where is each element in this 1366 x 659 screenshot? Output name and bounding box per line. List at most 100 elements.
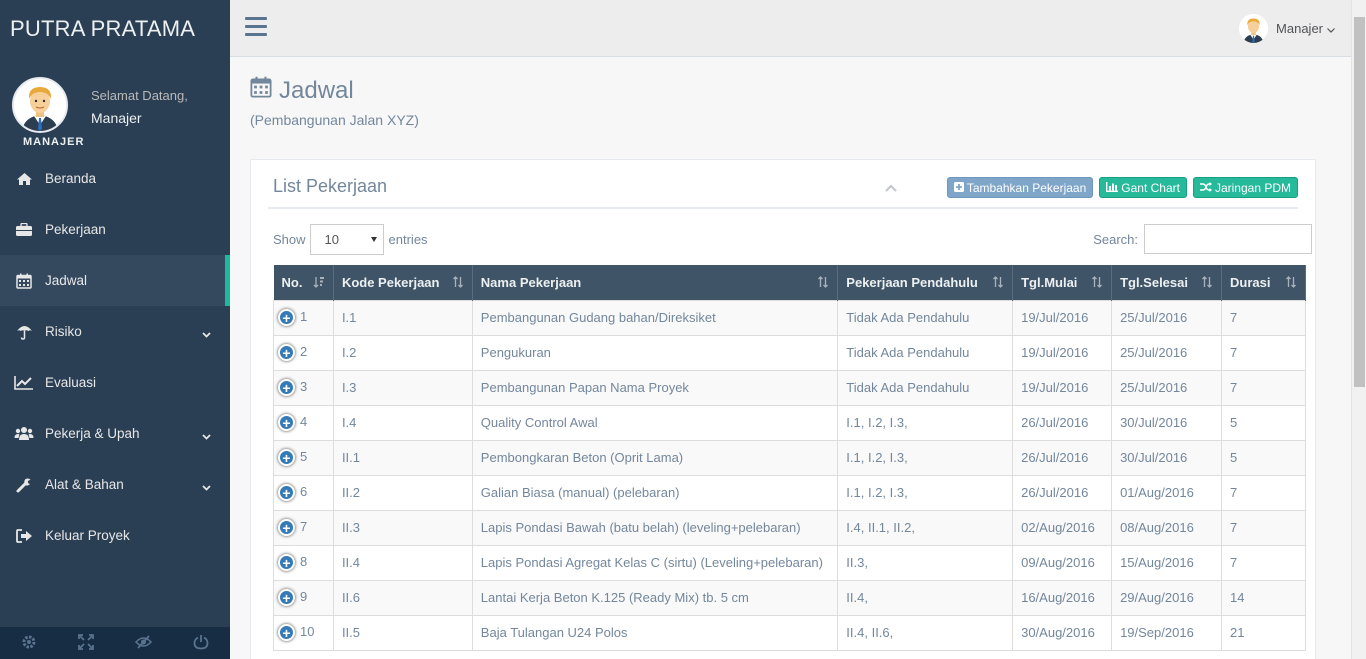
sidebar-item-evaluasi[interactable]: Evaluasi [0, 357, 230, 408]
table-cell: Pembangunan Gudang bahan/Direksiket [471, 299, 839, 336]
column-header-no[interactable]: No. [273, 265, 334, 300]
expand-row-icon[interactable]: + [278, 309, 295, 327]
column-header-durasi[interactable]: Durasi [1221, 265, 1306, 300]
sort-icon [1091, 276, 1103, 291]
avatar [12, 77, 68, 133]
table-row[interactable]: +3 I.3 Pembangunan Papan Nama Proyek Tidak … [273, 369, 1306, 406]
table-row[interactable]: +7 II.3 Lapis Pondasi Bawah (batu belah) (… [273, 509, 1306, 546]
caret-down-icon [370, 237, 377, 242]
fullscreen-icon [78, 633, 95, 653]
column-header-kode[interactable]: Kode Pekerjaan [333, 265, 473, 300]
sidebar-item-jadwal[interactable]: Jadwal [0, 255, 230, 306]
table-row[interactable]: +4 I.4 Quality Control Awal I.1, I.2, I.3, 2… [273, 404, 1306, 441]
table-row[interactable]: +6 II.2 Galian Biasa (manual) (pelebaran) I… [273, 474, 1306, 511]
table-cell: II.3 [332, 509, 473, 546]
plus-square-icon [953, 181, 967, 195]
sidebar-item-beranda[interactable]: Beranda [0, 153, 230, 204]
sidebar-item-keluar-proyek[interactable]: Keluar Proyek [0, 510, 230, 561]
table-cell: Galian Biasa (manual) (pelebaran) [471, 474, 839, 511]
expand-row-icon[interactable]: + [278, 344, 295, 362]
table-cell: I.3 [332, 369, 473, 406]
profile: Selamat Datang, Manajer MANAJER [0, 57, 230, 153]
pdm-network-button[interactable]: Jaringan PDM [1192, 177, 1298, 198]
search-input[interactable] [1144, 224, 1312, 254]
gant-chart-button[interactable]: Gant Chart [1099, 177, 1187, 198]
sidebar-item-risiko[interactable]: Risiko [0, 306, 230, 357]
chevron-down-icon [202, 326, 211, 338]
expand-row-icon[interactable]: + [278, 624, 295, 642]
page-title-text: Jadwal [279, 76, 354, 104]
panel-title: List Pekerjaan [273, 176, 388, 196]
menu-toggle-icon[interactable] [245, 17, 267, 39]
lock-button[interactable] [115, 627, 173, 659]
line-chart-icon [14, 374, 34, 392]
settings-button[interactable] [0, 627, 58, 659]
sidebar-item-label: Evaluasi [45, 375, 97, 390]
expand-row-icon[interactable]: + [278, 589, 295, 607]
table-row[interactable]: +1 I.1 Pembangunan Gudang bahan/Direksiket… [273, 299, 1306, 336]
table-row[interactable]: +2 I.2 Pengukuran Tidak Ada Pendahulu 19/Jul… [273, 334, 1306, 371]
table-cell: Tidak Ada Pendahulu [837, 369, 1014, 406]
table-cell: 19/Jul/2016 [1012, 299, 1113, 336]
search-control: Search: [1093, 224, 1315, 254]
chevron-down-icon [202, 428, 211, 440]
row-number-cell: +4 [273, 404, 334, 441]
scrollbar-thumb[interactable] [1354, 17, 1365, 387]
pdm-network-label: Jaringan PDM [1214, 180, 1291, 195]
table-row[interactable]: +9 II.6 Lantai Kerja Beton K.125 (Ready Mi… [273, 579, 1306, 616]
page-scrollbar[interactable] [1351, 0, 1366, 659]
row-number: 5 [300, 448, 308, 464]
logout-button[interactable] [173, 627, 231, 659]
sidebar-item-pekerjaan[interactable]: Pekerjaan [0, 204, 230, 255]
column-header-nama[interactable]: Nama Pekerjaan [472, 265, 839, 300]
table-cell: II.4 [332, 544, 473, 581]
column-header-mulai[interactable]: Tgl.Mulai [1012, 265, 1113, 300]
table-cell: 7 [1221, 299, 1306, 336]
table-row[interactable]: +8 II.4 Lapis Pondasi Agregat Kelas C (sir… [273, 544, 1306, 581]
page-title: Jadwal [250, 76, 354, 105]
table-cell: I.1 [332, 299, 473, 336]
row-number-cell: +8 [273, 544, 334, 581]
table-cell: 25/Jul/2016 [1111, 299, 1223, 336]
row-number-cell: +9 [273, 579, 334, 616]
expand-row-icon[interactable]: + [278, 379, 295, 397]
table-cell: 16/Aug/2016 [1012, 579, 1113, 616]
user-menu[interactable]: Manajer [1239, 14, 1335, 43]
entries-select[interactable]: 10 [309, 224, 384, 255]
sidebar-menu: Beranda Pekerjaan Jadwal Risiko Evaluasi… [0, 153, 230, 561]
row-number-cell: +2 [273, 334, 334, 371]
column-header-selesai[interactable]: Tgl.Selesai [1111, 265, 1223, 300]
sort-asc-icon [313, 276, 325, 291]
table-cell: Lantai Kerja Beton K.125 (Ready Mix) tb.… [471, 579, 839, 616]
expand-row-icon[interactable]: + [278, 484, 295, 502]
table-header-row: No. Kode Pekerjaan Nama Pekerjaan Pekerj… [273, 265, 1306, 300]
table-cell: 30/Aug/2016 [1012, 614, 1113, 651]
row-number: 8 [300, 553, 308, 569]
table-cell: 7 [1221, 334, 1306, 371]
table-cell: 30/Jul/2016 [1111, 439, 1223, 476]
expand-row-icon[interactable]: + [278, 414, 295, 432]
add-job-button[interactable]: Tambahkan Pekerjaan [946, 177, 1094, 198]
sidebar-item-label: Jadwal [45, 273, 88, 288]
sidebar-item-label: Risiko [45, 324, 82, 339]
brand-title[interactable]: PUTRA PRATAMA [0, 0, 230, 57]
calendar-icon [14, 272, 34, 290]
row-number-cell: +1 [273, 299, 334, 336]
row-number: 10 [300, 623, 315, 639]
collapse-button[interactable] [885, 180, 897, 195]
table-row[interactable]: +5 II.1 Pembongkaran Beton (Oprit Lama) I.1… [273, 439, 1306, 476]
expand-row-icon[interactable]: + [278, 449, 295, 467]
expand-row-icon[interactable]: + [278, 554, 295, 572]
sidebar-item-alat-bahan[interactable]: Alat & Bahan [0, 459, 230, 510]
table-cell: II.5 [332, 614, 473, 651]
table-cell: Lapis Pondasi Agregat Kelas C (sirtu) (L… [471, 544, 839, 581]
fullscreen-button[interactable] [58, 627, 116, 659]
row-number: 3 [300, 378, 308, 394]
table-row[interactable]: +10 II.5 Baja Tulangan U24 Polos II.4, II.6… [273, 614, 1306, 651]
eye-slash-icon [135, 634, 153, 652]
sidebar-item-pekerja-upah[interactable]: Pekerja & Upah [0, 408, 230, 459]
column-header-pendahulu[interactable]: Pekerjaan Pendahulu [837, 265, 1014, 300]
expand-row-icon[interactable]: + [278, 519, 295, 537]
sidebar-item-label: Pekerja & Upah [45, 426, 140, 441]
briefcase-icon [14, 221, 34, 239]
